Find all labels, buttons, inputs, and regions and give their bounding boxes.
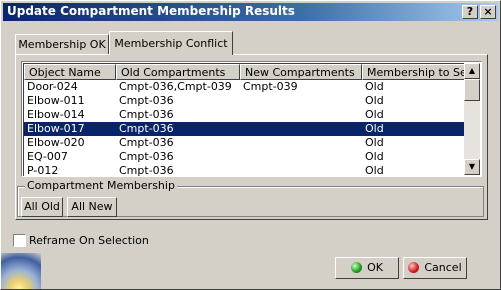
cell-old-compartments: Cmpt-036 xyxy=(119,108,174,121)
table-row[interactable]: Elbow-014 Cmpt-036 Old xyxy=(24,108,465,122)
reframe-checkbox[interactable] xyxy=(13,234,26,247)
table-row[interactable]: Door-024 Cmpt-036,Cmpt-039 Cmpt-039 Old xyxy=(24,80,465,94)
cell-object-name: EQ-007 xyxy=(27,150,68,163)
cell-object-name: Elbow-017 xyxy=(27,122,85,135)
cell-object-name: Elbow-014 xyxy=(27,108,85,121)
cell-old-compartments: Cmpt-036,Cmpt-039 xyxy=(119,80,232,93)
cell-membership-to-set: Old xyxy=(365,94,384,107)
table-row[interactable]: Elbow-011 Cmpt-036 Old xyxy=(24,94,465,108)
catia-logo-icon xyxy=(1,253,41,289)
cell-old-compartments: Cmpt-036 xyxy=(119,94,174,107)
tab-membership-conflict[interactable]: Membership Conflict xyxy=(109,31,233,55)
cell-old-compartments: Cmpt-036 xyxy=(119,136,174,149)
reframe-label[interactable]: Reframe On Selection xyxy=(29,234,149,247)
column-header-old-compartments[interactable]: Old Compartments xyxy=(116,64,240,80)
cell-membership-to-set: Old xyxy=(365,136,384,149)
tab-label: Membership Conflict xyxy=(114,37,228,50)
scroll-down-icon[interactable]: ▼ xyxy=(464,159,480,175)
green-ok-icon xyxy=(351,262,363,273)
all-new-button[interactable]: All New xyxy=(67,197,117,217)
cell-membership-to-set: Old xyxy=(365,150,384,163)
dialog-window: Update Compartment Membership Results ? … xyxy=(0,0,501,290)
cell-old-compartments: Cmpt-036 xyxy=(119,164,174,176)
cell-old-compartments: Cmpt-036 xyxy=(119,150,174,163)
cell-object-name: Door-024 xyxy=(27,80,78,93)
cell-new-compartments: Cmpt-039 xyxy=(243,80,298,93)
cell-membership-to-set: Old xyxy=(365,108,384,121)
cell-object-name: P-012 xyxy=(27,164,59,176)
scroll-up-icon[interactable]: ▲ xyxy=(464,63,480,79)
title-bar[interactable]: Update Compartment Membership Results ? … xyxy=(3,3,498,21)
scroll-thumb[interactable] xyxy=(464,79,480,101)
cell-membership-to-set: Old xyxy=(365,122,384,135)
tab-membership-ok[interactable]: Membership OK xyxy=(15,34,109,54)
table-row[interactable]: EQ-007 Cmpt-036 Old xyxy=(24,150,465,164)
column-header-new-compartments[interactable]: New Compartments xyxy=(240,64,362,80)
group-label: Compartment Membership xyxy=(25,179,177,192)
help-button[interactable]: ? xyxy=(462,5,478,19)
table-row-selected[interactable]: Elbow-017 Cmpt-036 Old xyxy=(24,122,465,136)
all-old-button[interactable]: All Old xyxy=(21,197,63,217)
table-row[interactable]: P-012 Cmpt-036 Old xyxy=(24,164,465,176)
cell-membership-to-set: Old xyxy=(365,80,384,93)
column-header-membership-to-set[interactable]: Membership to Set xyxy=(362,64,465,80)
cancel-label: Cancel xyxy=(424,261,462,274)
cell-membership-to-set: Old xyxy=(365,164,384,176)
table-header: Object Name Old Compartments New Compart… xyxy=(24,64,465,80)
cell-object-name: Elbow-020 xyxy=(27,136,85,149)
cell-object-name: Elbow-011 xyxy=(27,94,85,107)
table-body: Object Name Old Compartments New Compart… xyxy=(23,63,465,176)
tab-label: Membership OK xyxy=(18,38,106,51)
vertical-scrollbar[interactable]: ▲ ▼ xyxy=(464,63,480,175)
close-button[interactable]: × xyxy=(480,5,496,19)
cell-old-compartments: Cmpt-036 xyxy=(119,122,174,135)
ok-label: OK xyxy=(367,261,383,274)
column-header-object-name[interactable]: Object Name xyxy=(24,64,116,80)
window-title: Update Compartment Membership Results xyxy=(7,4,295,18)
results-table: Object Name Old Compartments New Compart… xyxy=(21,61,482,177)
ok-button[interactable]: OK xyxy=(335,257,399,279)
cancel-button[interactable]: Cancel xyxy=(403,257,467,279)
table-row[interactable]: Elbow-020 Cmpt-036 Old xyxy=(24,136,465,150)
red-cancel-icon xyxy=(408,262,420,273)
